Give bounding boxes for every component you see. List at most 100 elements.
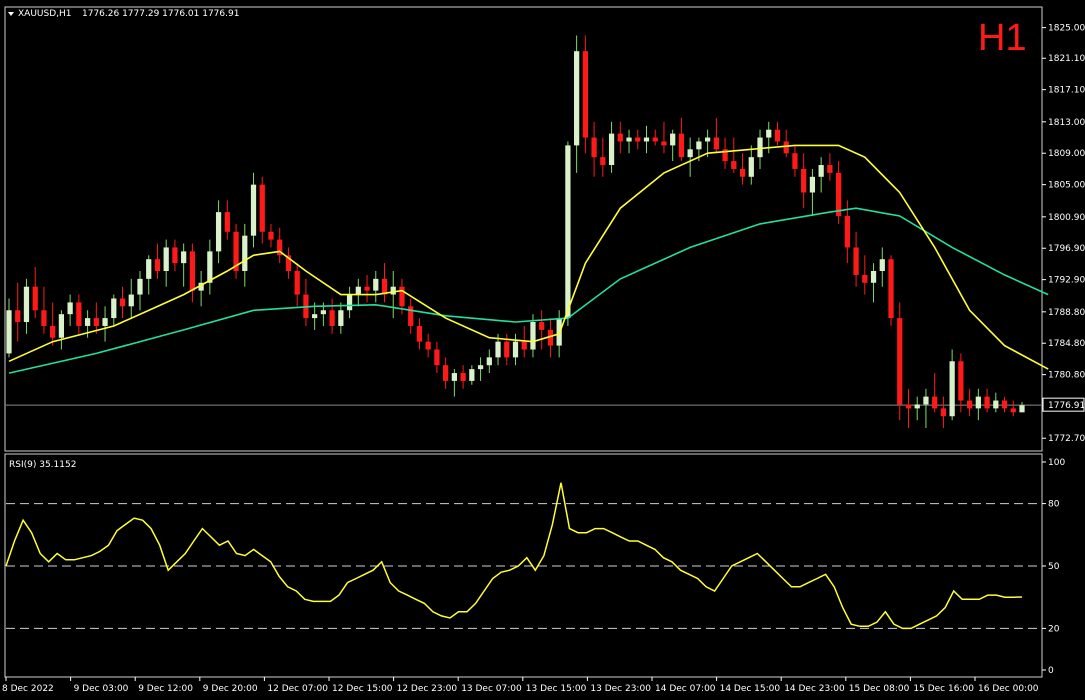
candle-bull[interactable] bbox=[207, 251, 213, 283]
candle-bear[interactable] bbox=[888, 259, 894, 319]
candle-bear[interactable] bbox=[774, 129, 781, 142]
candle-bear[interactable] bbox=[41, 310, 47, 326]
candle-bull[interactable] bbox=[512, 341, 519, 358]
candle-bull[interactable] bbox=[626, 137, 632, 142]
candle-bear[interactable] bbox=[792, 153, 798, 169]
candle-bull[interactable] bbox=[565, 145, 571, 319]
candle-bear[interactable] bbox=[504, 341, 510, 358]
candle-bull[interactable] bbox=[102, 318, 108, 326]
candle-bear[interactable] bbox=[50, 325, 56, 338]
candle-bear[interactable] bbox=[119, 298, 126, 307]
candle-bull[interactable] bbox=[870, 271, 877, 283]
candle-bear[interactable] bbox=[76, 302, 82, 326]
candle-bull[interactable] bbox=[975, 396, 981, 409]
candle-bull[interactable] bbox=[495, 341, 501, 358]
candle-bear[interactable] bbox=[731, 161, 737, 169]
candle-bull[interactable] bbox=[879, 259, 885, 272]
candle-bear[interactable] bbox=[582, 51, 588, 138]
candle-bear[interactable] bbox=[635, 137, 641, 142]
candle-bull[interactable] bbox=[757, 137, 763, 158]
candle-bull[interactable] bbox=[215, 212, 222, 252]
candle-bull[interactable] bbox=[574, 51, 580, 146]
candle-bull[interactable] bbox=[58, 314, 65, 338]
candle-bull[interactable] bbox=[181, 251, 187, 264]
candle-bull[interactable] bbox=[163, 247, 169, 272]
candle-bear[interactable] bbox=[984, 396, 990, 409]
candle-bear[interactable] bbox=[853, 247, 859, 275]
candle-bull[interactable] bbox=[914, 404, 920, 409]
candle-bull[interactable] bbox=[705, 137, 711, 142]
candle-bear[interactable] bbox=[600, 157, 606, 166]
candle-bull[interactable] bbox=[687, 149, 693, 158]
candle-bull[interactable] bbox=[146, 259, 152, 279]
candle-bear[interactable] bbox=[617, 133, 623, 142]
candle-bull[interactable] bbox=[477, 365, 484, 370]
candle-bear[interactable] bbox=[897, 318, 903, 405]
candle-bull[interactable] bbox=[6, 310, 12, 354]
candle-bear[interactable] bbox=[862, 274, 868, 283]
candle-bull[interactable] bbox=[809, 176, 816, 193]
candle-bull[interactable] bbox=[486, 357, 492, 366]
candle-bear[interactable] bbox=[294, 271, 300, 295]
candle-bear[interactable] bbox=[661, 141, 667, 146]
candle-bull[interactable] bbox=[670, 133, 676, 146]
candle-bear[interactable] bbox=[259, 184, 265, 232]
candle-bear[interactable] bbox=[591, 137, 597, 158]
candle-bear[interactable] bbox=[783, 141, 789, 154]
candle-bear[interactable] bbox=[1001, 400, 1008, 409]
candle-bull[interactable] bbox=[451, 373, 457, 381]
candle-bull[interactable] bbox=[766, 129, 772, 138]
candle-bull[interactable] bbox=[818, 165, 824, 177]
candle-bear[interactable] bbox=[905, 404, 912, 409]
candle-bull[interactable] bbox=[469, 369, 475, 381]
candle-bear[interactable] bbox=[940, 408, 947, 417]
candle-bear[interactable] bbox=[399, 286, 405, 307]
candle-bear[interactable] bbox=[425, 341, 431, 350]
candle-bear[interactable] bbox=[958, 361, 964, 401]
candle-bull[interactable] bbox=[128, 294, 134, 307]
candle-bull[interactable] bbox=[608, 133, 615, 166]
candle-bull[interactable] bbox=[390, 286, 396, 295]
candle-bear[interactable] bbox=[32, 286, 38, 311]
candle-bear[interactable] bbox=[416, 325, 423, 342]
candle-bear[interactable] bbox=[966, 400, 973, 409]
candle-bull[interactable] bbox=[84, 318, 91, 326]
candle-bull[interactable] bbox=[643, 137, 650, 142]
candle-bull[interactable] bbox=[250, 184, 257, 236]
candle-bear[interactable] bbox=[521, 341, 527, 350]
candle-bull[interactable] bbox=[23, 286, 30, 323]
candle-bear[interactable] bbox=[189, 251, 196, 291]
candle-bull[interactable] bbox=[949, 361, 955, 417]
candle-bull[interactable] bbox=[355, 286, 361, 295]
candle-bull[interactable] bbox=[137, 278, 143, 295]
candle-bear[interactable] bbox=[443, 365, 449, 381]
symbol-header[interactable]: XAUUSD,H1 1776.26 1777.29 1776.01 1776.9… bbox=[8, 9, 239, 19]
candle-bull[interactable] bbox=[111, 298, 117, 319]
candle-bull[interactable] bbox=[338, 310, 344, 326]
dropdown-triangle-icon[interactable] bbox=[8, 12, 14, 16]
candle-bear[interactable] bbox=[844, 216, 850, 248]
candle-bear[interactable] bbox=[652, 137, 658, 142]
candle-bull[interactable] bbox=[530, 322, 536, 350]
candle-bull[interactable] bbox=[67, 302, 73, 315]
candle-bear[interactable] bbox=[739, 168, 746, 177]
candle-bull[interactable] bbox=[748, 157, 754, 177]
candle-bull[interactable] bbox=[696, 141, 702, 150]
candle-bear[interactable] bbox=[827, 165, 833, 173]
candle-bull[interactable] bbox=[923, 396, 929, 405]
candle-bear[interactable] bbox=[460, 373, 466, 381]
candle-bear[interactable] bbox=[539, 322, 545, 330]
candle-bear[interactable] bbox=[801, 168, 807, 193]
candle-bear[interactable] bbox=[713, 137, 719, 150]
candle-bear[interactable] bbox=[678, 133, 685, 158]
candle-bear[interactable] bbox=[434, 349, 440, 366]
candle-bear[interactable] bbox=[154, 259, 161, 272]
candle-bear[interactable] bbox=[224, 212, 230, 232]
candle-bear[interactable] bbox=[364, 286, 370, 291]
candle-bear[interactable] bbox=[329, 310, 335, 326]
candle-bear[interactable] bbox=[15, 310, 21, 323]
candle-bear[interactable] bbox=[172, 247, 178, 264]
candle-bull[interactable] bbox=[346, 294, 353, 311]
candle-bear[interactable] bbox=[268, 231, 274, 240]
candle-bull[interactable] bbox=[320, 310, 326, 315]
